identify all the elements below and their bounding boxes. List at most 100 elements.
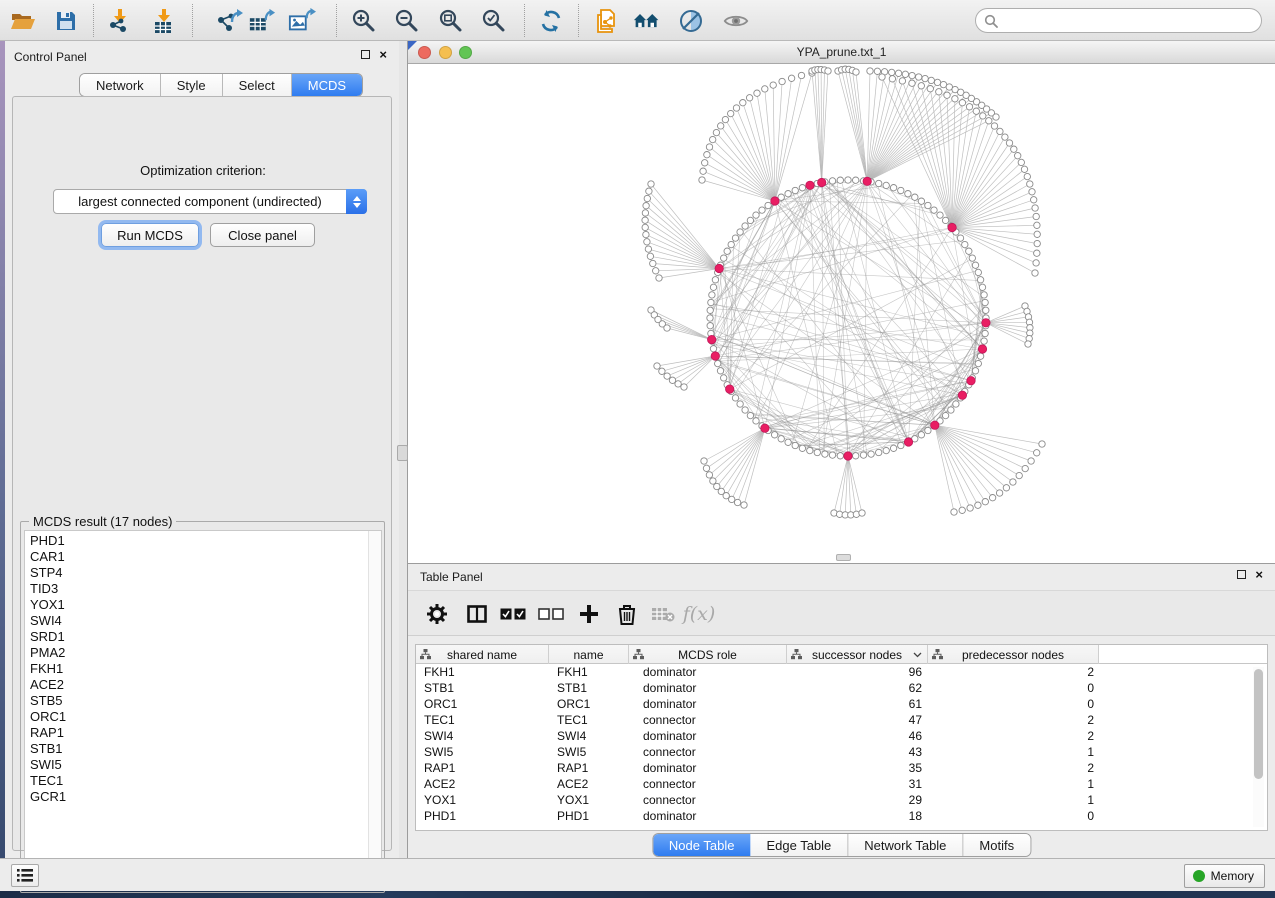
table-cell: 1 [928,744,1099,760]
splitter-handle[interactable] [397,445,408,461]
scrollbar-thumb[interactable] [1254,669,1263,779]
close-panel-button[interactable]: Close panel [210,223,315,247]
list-item[interactable]: SWI5 [25,757,365,773]
table-row[interactable]: ORC1ORC1dominator610 [416,696,1267,712]
table-row[interactable]: STB1STB1dominator620 [416,680,1267,696]
toolbar-separator [524,4,525,37]
tab-select[interactable]: Select [223,74,292,96]
list-item[interactable]: FKH1 [25,661,365,677]
float-panel-icon[interactable] [361,50,370,59]
criterion-value: largest connected component (undirected) [54,194,346,209]
list-item[interactable]: ORC1 [25,709,365,725]
export-table-icon[interactable] [248,7,276,35]
column-header-shared-name[interactable]: shared name [416,645,549,664]
mcds-result-list[interactable]: PHD1CAR1STP4TID3YOX1SWI4SRD1PMA2FKH1ACE2… [24,530,382,890]
import-table-icon[interactable] [150,7,178,35]
network-window-titlebar[interactable]: YPA_prune.txt_1 [408,41,1275,64]
list-item[interactable]: ACE2 [25,677,365,693]
task-history-button[interactable] [11,864,39,887]
select-all-icon[interactable] [498,600,528,628]
list-item[interactable]: GCR1 [25,789,365,805]
delete-column-icon[interactable] [612,600,642,628]
list-scrollbar[interactable] [368,531,381,889]
export-image-icon[interactable] [288,7,316,35]
function-builder-icon[interactable]: f(x) [684,600,714,628]
table-cell: dominator [629,680,787,696]
table-scrollbar[interactable] [1253,667,1264,827]
clone-network-icon[interactable] [593,7,621,35]
zoom-out-icon[interactable] [393,7,421,35]
list-item[interactable]: SRD1 [25,629,365,645]
table-row[interactable]: FKH1FKH1dominator962 [416,664,1267,680]
show-columns-icon[interactable] [462,600,492,628]
list-item[interactable]: YOX1 [25,597,365,613]
tab-network-table[interactable]: Network Table [848,834,963,856]
list-item[interactable]: STB5 [25,693,365,709]
search-field[interactable] [975,8,1262,33]
table-row[interactable]: TEC1TEC1connector472 [416,712,1267,728]
open-session-icon[interactable] [9,7,37,35]
import-network-icon[interactable] [107,7,135,35]
column-header-successor-nodes[interactable]: successor nodes [787,645,928,664]
run-mcds-button[interactable]: Run MCDS [101,223,199,247]
memory-button[interactable]: Memory [1184,864,1265,888]
tab-mcds[interactable]: MCDS [292,74,362,96]
delete-table-icon[interactable] [648,600,678,628]
column-settings-icon[interactable] [422,600,452,628]
refresh-icon[interactable] [537,7,565,35]
column-header-predecessor-nodes[interactable]: predecessor nodes [928,645,1099,664]
list-item[interactable]: PMA2 [25,645,365,661]
list-item[interactable]: CAR1 [25,549,365,565]
list-item[interactable]: TEC1 [25,773,365,789]
list-item[interactable]: PHD1 [25,533,365,549]
table-row[interactable]: PHD1PHD1dominator180 [416,808,1267,824]
list-item[interactable]: TID3 [25,581,365,597]
close-panel-icon[interactable]: × [1255,570,1263,579]
list-item[interactable]: STP4 [25,565,365,581]
splitter-handle[interactable] [836,554,851,561]
tab-node-table[interactable]: Node Table [653,834,751,856]
zoom-fit-icon[interactable] [437,7,465,35]
search-input[interactable] [1003,14,1261,28]
column-header-name[interactable]: name [549,645,629,664]
table-row[interactable]: SWI5SWI5connector431 [416,744,1267,760]
criterion-select[interactable]: largest connected component (undirected) [53,189,367,214]
eye-icon[interactable] [722,7,750,35]
table-cell: ACE2 [416,776,549,792]
tab-style[interactable]: Style [161,74,223,96]
tab-network[interactable]: Network [80,74,161,96]
table-cell: 0 [928,696,1099,712]
float-panel-icon[interactable] [1237,570,1246,579]
table-row[interactable]: RAP1RAP1dominator352 [416,760,1267,776]
add-column-icon[interactable] [574,600,604,628]
save-session-icon[interactable] [52,7,80,35]
slashed-circle-icon[interactable] [677,7,705,35]
table-cell: PHD1 [416,808,549,824]
column-header-MCDS-role[interactable]: MCDS role [629,645,787,664]
table-row[interactable]: SWI4SWI4dominator462 [416,728,1267,744]
panel-splitter[interactable] [399,41,408,858]
table-cell: YOX1 [416,792,549,808]
table-cell: 46 [787,728,928,744]
table-cell: ORC1 [416,696,549,712]
list-item[interactable]: RAP1 [25,725,365,741]
zoom-selected-icon[interactable] [480,7,508,35]
mcds-result-fieldset: MCDS result (17 nodes) PHD1CAR1STP4TID3Y… [20,521,385,893]
table-cell: YOX1 [549,792,629,808]
list-item[interactable]: STB1 [25,741,365,757]
tab-edge-table[interactable]: Edge Table [750,834,848,856]
close-panel-icon[interactable]: × [379,50,387,59]
tab-motifs[interactable]: Motifs [963,834,1030,856]
houses-icon[interactable] [633,7,661,35]
zoom-in-icon[interactable] [350,7,378,35]
table-row[interactable]: ACE2ACE2connector311 [416,776,1267,792]
network-canvas[interactable] [408,64,1275,563]
export-network-icon[interactable] [215,7,243,35]
table-cell: STB1 [549,680,629,696]
table-panel-title: Table Panel [420,570,483,584]
deselect-all-icon[interactable] [536,600,566,628]
list-item[interactable]: SWI4 [25,613,365,629]
table-cell: 0 [928,808,1099,824]
network-graph[interactable] [408,64,1275,563]
table-row[interactable]: YOX1YOX1connector291 [416,792,1267,808]
